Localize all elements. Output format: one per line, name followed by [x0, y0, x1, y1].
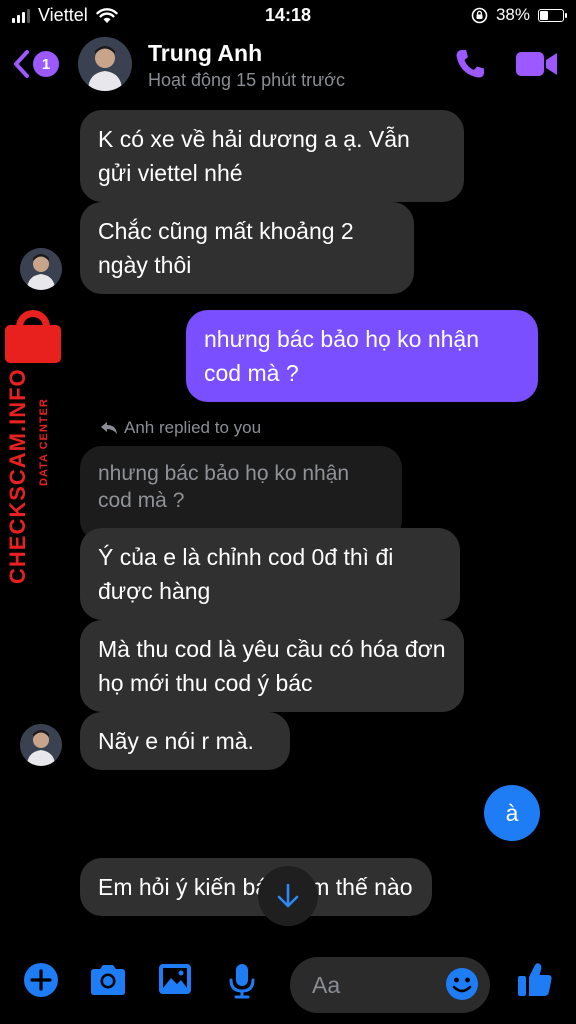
phone-icon [456, 50, 484, 78]
reply-label-text: Anh replied to you [124, 418, 262, 437]
status-right: 38% [471, 5, 567, 25]
microphone-icon [229, 964, 255, 999]
message-input-box[interactable] [290, 957, 490, 1013]
battery-level [540, 10, 549, 20]
scroll-down-button[interactable] [258, 866, 318, 926]
avatar[interactable] [78, 37, 132, 91]
status-bar: Viettel 14:18 38% [0, 0, 576, 32]
message-incoming[interactable]: Mà thu cod là yêu cầu có hóa đơn họ mới … [80, 620, 464, 712]
battery-icon [538, 8, 567, 22]
gallery-button[interactable] [157, 962, 193, 1001]
chat-header: 1 Trung Anh Hoạt động 15 phút trước [0, 32, 576, 102]
contact-name[interactable]: Trung Anh [148, 40, 262, 67]
video-call-button[interactable] [515, 50, 559, 83]
voice-button[interactable] [226, 962, 258, 1005]
thumbs-up-icon [518, 963, 552, 996]
add-button[interactable] [23, 962, 59, 1003]
call-button[interactable] [452, 46, 488, 87]
lock-body [5, 325, 61, 363]
watermark-sub: DATA CENTER [38, 398, 50, 486]
avatar[interactable] [20, 248, 62, 290]
watermark: CHECKSCAM.INFO DATA CENTER [2, 310, 62, 590]
reply-indicator: Anh replied to you [100, 418, 261, 438]
emoji-icon [446, 968, 478, 1000]
active-status: Hoạt động 15 phút trước [148, 70, 345, 90]
lock-rotation-icon [471, 7, 488, 23]
back-button[interactable]: 1 [12, 49, 59, 79]
message-input[interactable] [312, 969, 442, 1001]
message-incoming[interactable]: K có xe về hải dương a ạ. Vẫn gửi viette… [80, 110, 464, 202]
like-button[interactable] [515, 959, 555, 1004]
message-outgoing[interactable]: nhưng bác bảo họ ko nhận cod mà ? [186, 310, 538, 402]
message-incoming[interactable]: Em hỏi ý kiến bác xem thế nào [80, 858, 432, 916]
camera-button[interactable] [88, 962, 128, 1003]
chevron-left-icon [14, 50, 29, 78]
message-incoming[interactable]: Nãy e nói r mà. [80, 712, 290, 770]
video-camera-icon [516, 52, 557, 76]
plus-icon [24, 963, 58, 997]
arrow-down-icon [277, 883, 299, 908]
battery-percent: 38% [495, 5, 530, 24]
image-icon [159, 964, 191, 994]
message-outgoing[interactable]: à [484, 785, 540, 841]
camera-icon [91, 965, 125, 995]
message-incoming[interactable]: Chắc cũng mất khoảng 2 ngày thôi [80, 202, 414, 294]
message-incoming[interactable]: Ý của e là chỉnh cod 0đ thì đi được hàng [80, 528, 460, 620]
emoji-button[interactable] [444, 966, 480, 1007]
composer-bar [0, 944, 576, 1024]
unread-badge: 1 [33, 51, 59, 77]
avatar[interactable] [20, 724, 62, 766]
reply-arrow-icon [101, 422, 117, 434]
watermark-main: CHECKSCAM.INFO [5, 368, 30, 584]
